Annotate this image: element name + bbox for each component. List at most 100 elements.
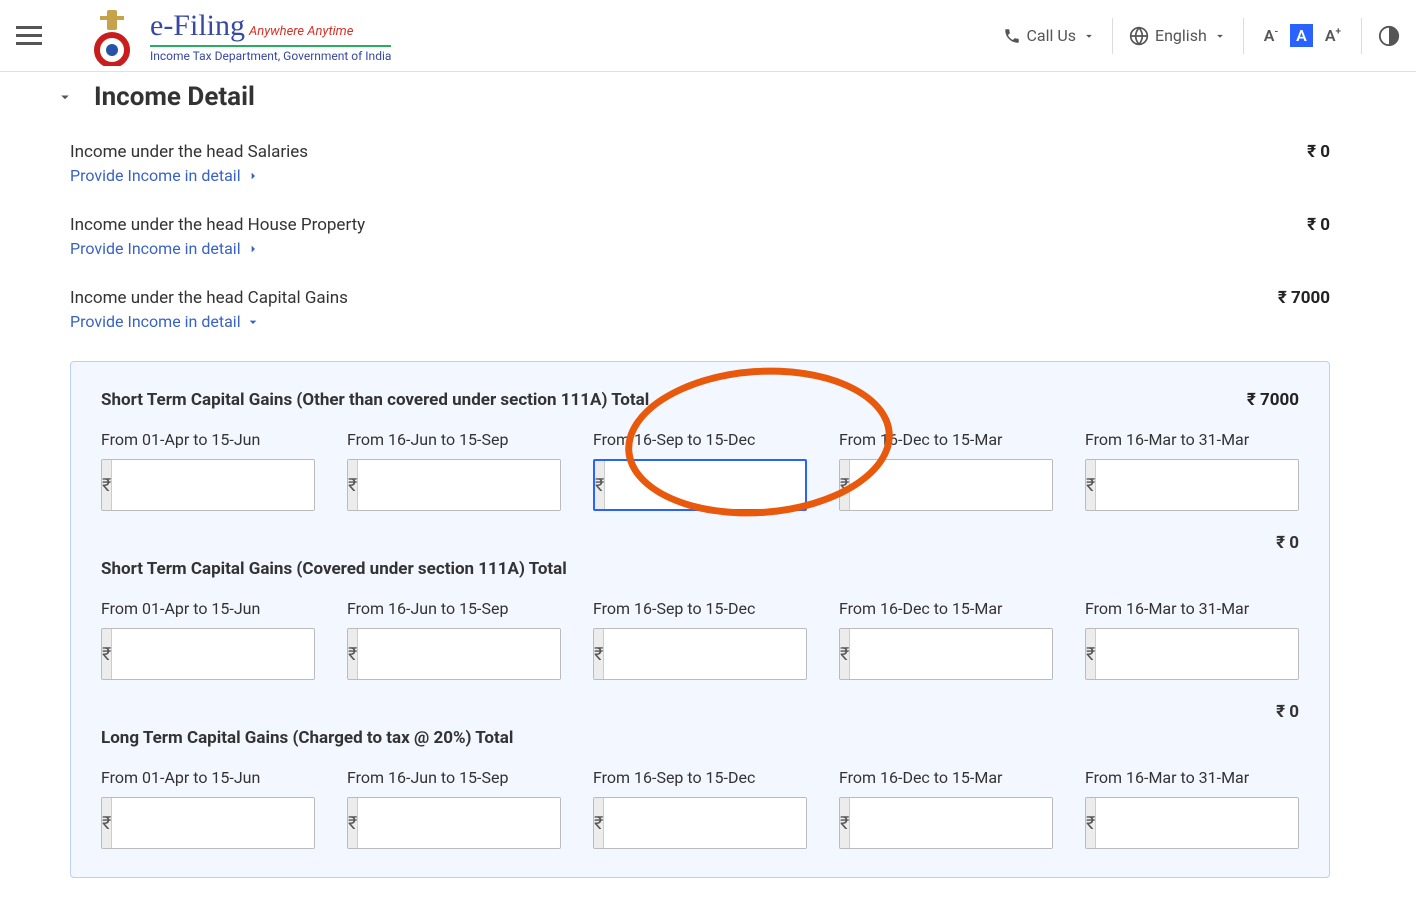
cg-amount-field[interactable]: ₹ bbox=[839, 459, 1053, 511]
cg-period-label: From 01-Apr to 15-Jun bbox=[101, 430, 315, 449]
cg-period-label: From 01-Apr to 15-Jun bbox=[101, 599, 315, 618]
cg-amount-input[interactable] bbox=[850, 460, 1053, 510]
capital-gains-panel: Short Term Capital Gains (Other than cov… bbox=[70, 361, 1330, 878]
cg-amount-input[interactable] bbox=[1096, 798, 1299, 848]
text-size-normal[interactable]: A bbox=[1290, 24, 1313, 47]
divider bbox=[1361, 18, 1362, 54]
income-detail-link[interactable]: Provide Income in detail bbox=[70, 312, 261, 331]
cg-period-label: From 16-Sep to 15-Dec bbox=[593, 430, 807, 449]
cg-amount-field[interactable]: ₹ bbox=[347, 797, 561, 849]
cg-amount-input[interactable] bbox=[850, 629, 1053, 679]
income-heading: Income under the head Capital Gains bbox=[70, 288, 348, 308]
cg-amount-input[interactable] bbox=[1096, 629, 1299, 679]
cg-amount-field[interactable]: ₹ bbox=[1085, 459, 1299, 511]
income-heading: Income under the head House Property bbox=[70, 215, 365, 235]
cg-period-group: From 16-Mar to 31-Mar ₹ bbox=[1085, 430, 1299, 511]
text-size-increase[interactable]: A+ bbox=[1321, 24, 1345, 47]
brand-tagline: Anywhere Anytime bbox=[249, 24, 353, 39]
cg-amount-input[interactable] bbox=[1096, 460, 1299, 510]
cg-amount-input[interactable] bbox=[605, 461, 807, 509]
income-detail-link[interactable]: Provide Income in detail bbox=[70, 239, 261, 258]
income-detail-link[interactable]: Provide Income in detail bbox=[70, 166, 261, 185]
cg-period-label: From 16-Sep to 15-Dec bbox=[593, 599, 807, 618]
cg-amount-field[interactable]: ₹ bbox=[347, 628, 561, 680]
cg-amount-field[interactable]: ₹ bbox=[839, 797, 1053, 849]
rupee-icon: ₹ bbox=[348, 629, 358, 679]
section-title: Income Detail bbox=[94, 82, 255, 112]
cg-amount-field[interactable]: ₹ bbox=[593, 797, 807, 849]
cg-period-group: From 16-Mar to 31-Mar ₹ bbox=[1085, 768, 1299, 849]
rupee-icon: ₹ bbox=[102, 460, 112, 510]
cg-amount-input[interactable] bbox=[112, 798, 315, 848]
cg-period-group: From 16-Mar to 31-Mar ₹ bbox=[1085, 599, 1299, 680]
cg-period-group: From 16-Dec to 15-Mar ₹ bbox=[839, 430, 1053, 511]
rupee-icon: ₹ bbox=[1086, 798, 1096, 848]
cg-amount-input[interactable] bbox=[358, 460, 561, 510]
cg-amount-field[interactable]: ₹ bbox=[1085, 628, 1299, 680]
cg-period-label: From 16-Jun to 15-Sep bbox=[347, 768, 561, 787]
language-dropdown[interactable]: English bbox=[1129, 26, 1227, 46]
rupee-icon: ₹ bbox=[348, 798, 358, 848]
income-row: Income under the head Capital Gains Prov… bbox=[70, 288, 1330, 331]
rupee-icon: ₹ bbox=[840, 629, 850, 679]
cg-amount-field[interactable]: ₹ bbox=[1085, 797, 1299, 849]
chevron-down-icon bbox=[56, 88, 74, 106]
cg-amount-input[interactable] bbox=[112, 629, 315, 679]
cg-amount-field[interactable]: ₹ bbox=[593, 459, 807, 511]
cg-amount-input[interactable] bbox=[112, 460, 315, 510]
cg-amount-field[interactable]: ₹ bbox=[593, 628, 807, 680]
menu-icon[interactable] bbox=[16, 26, 42, 46]
cg-amount-field[interactable]: ₹ bbox=[101, 797, 315, 849]
cg-period-group: From 16-Dec to 15-Mar ₹ bbox=[839, 768, 1053, 849]
cg-period-label: From 16-Dec to 15-Mar bbox=[839, 599, 1053, 618]
cg-period-label: From 16-Mar to 31-Mar bbox=[1085, 768, 1299, 787]
cg-block: Short Term Capital Gains (Other than cov… bbox=[101, 390, 1299, 511]
divider bbox=[1243, 18, 1244, 54]
cg-period-label: From 16-Mar to 31-Mar bbox=[1085, 430, 1299, 449]
cg-period-label: From 16-Dec to 15-Mar bbox=[839, 430, 1053, 449]
cg-amount-field[interactable]: ₹ bbox=[101, 459, 315, 511]
cg-block-total: ₹ 0 bbox=[101, 533, 1299, 553]
globe-icon bbox=[1129, 26, 1149, 46]
cg-block-title: Short Term Capital Gains (Covered under … bbox=[101, 559, 567, 579]
brand-name: e-Filing bbox=[150, 9, 245, 43]
rupee-icon: ₹ bbox=[102, 798, 112, 848]
brand-subtitle: Income Tax Department, Government of Ind… bbox=[150, 49, 391, 63]
rupee-icon: ₹ bbox=[594, 798, 604, 848]
cg-amount-field[interactable]: ₹ bbox=[101, 628, 315, 680]
cg-period-label: From 16-Sep to 15-Dec bbox=[593, 768, 807, 787]
cg-block: ₹ 0 Long Term Capital Gains (Charged to … bbox=[101, 702, 1299, 849]
contrast-icon bbox=[1378, 25, 1400, 47]
call-us-dropdown[interactable]: Call Us bbox=[1003, 26, 1097, 45]
cg-amount-input[interactable] bbox=[358, 629, 561, 679]
cg-block-total: ₹ 7000 bbox=[1247, 390, 1299, 410]
divider bbox=[1112, 18, 1113, 54]
collapse-toggle[interactable] bbox=[56, 88, 74, 106]
rupee-icon: ₹ bbox=[102, 629, 112, 679]
cg-period-group: From 01-Apr to 15-Jun ₹ bbox=[101, 768, 315, 849]
rupee-icon: ₹ bbox=[1086, 460, 1096, 510]
brand-logo[interactable]: e-Filing Anywhere Anytime Income Tax Dep… bbox=[82, 6, 391, 66]
chevron-down-icon bbox=[245, 314, 261, 330]
income-amount: ₹ 0 bbox=[1307, 215, 1330, 235]
chevron-down-icon bbox=[1213, 29, 1227, 43]
cg-block-title: Short Term Capital Gains (Other than cov… bbox=[101, 390, 649, 410]
emblem-icon bbox=[82, 6, 142, 66]
cg-period-group: From 16-Dec to 15-Mar ₹ bbox=[839, 599, 1053, 680]
text-size-decrease[interactable]: A- bbox=[1260, 24, 1282, 47]
cg-period-group: From 16-Sep to 15-Dec ₹ bbox=[593, 430, 807, 511]
contrast-toggle[interactable] bbox=[1378, 25, 1400, 47]
cg-amount-input[interactable] bbox=[358, 798, 561, 848]
cg-amount-field[interactable]: ₹ bbox=[839, 628, 1053, 680]
income-row: Income under the head Salaries Provide I… bbox=[70, 142, 1330, 185]
cg-block-title: Long Term Capital Gains (Charged to tax … bbox=[101, 728, 513, 748]
cg-period-group: From 16-Jun to 15-Sep ₹ bbox=[347, 430, 561, 511]
cg-period-group: From 16-Sep to 15-Dec ₹ bbox=[593, 599, 807, 680]
cg-amount-input[interactable] bbox=[604, 629, 807, 679]
cg-period-group: From 01-Apr to 15-Jun ₹ bbox=[101, 599, 315, 680]
cg-amount-input[interactable] bbox=[604, 798, 807, 848]
rupee-icon: ₹ bbox=[1086, 629, 1096, 679]
cg-amount-input[interactable] bbox=[850, 798, 1053, 848]
rupee-icon: ₹ bbox=[840, 460, 850, 510]
cg-amount-field[interactable]: ₹ bbox=[347, 459, 561, 511]
